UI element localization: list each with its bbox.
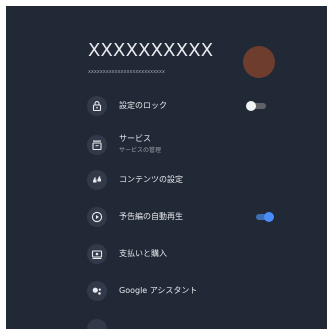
- menu-item-label: Google アシスタント: [119, 286, 198, 295]
- services-icon: [87, 135, 107, 155]
- payment-icon: [87, 244, 107, 264]
- play-circle-icon: [87, 207, 107, 227]
- account-email: xxxxxxxxxxxxxxxxxxxxxxxxxx: [88, 69, 165, 75]
- menu-item-trailer-autoplay[interactable]: 予告編の自動再生: [82, 202, 278, 232]
- menu-item-label: 予告編の自動再生: [119, 212, 183, 221]
- menu-item-payments[interactable]: 支払いと購入: [82, 239, 278, 269]
- trailer-autoplay-toggle[interactable]: [252, 212, 274, 222]
- avatar[interactable]: [243, 46, 275, 78]
- menu-item-label: コンテンツの設定: [119, 175, 183, 184]
- menu-item-partial[interactable]: [82, 314, 278, 329]
- google-assistant-icon: [87, 281, 107, 301]
- partial-icon: [87, 319, 107, 329]
- menu-item-services[interactable]: サービス サービスの管理: [82, 129, 278, 159]
- menu-item-settings-lock[interactable]: 設定のロック: [82, 91, 278, 121]
- content-settings-icon: [87, 170, 107, 190]
- account-menu-panel: XXXXXXXXXX xxxxxxxxxxxxxxxxxxxxxxxxxx 設定…: [6, 6, 327, 329]
- menu-item-label: 支払いと購入: [119, 249, 167, 258]
- menu-item-content-settings[interactable]: コンテンツの設定: [82, 165, 278, 195]
- toggle-knob: [264, 212, 274, 222]
- menu-item-sublabel: サービスの管理: [119, 147, 162, 154]
- settings-lock-toggle[interactable]: [246, 101, 268, 111]
- menu-item-google-assistant[interactable]: Google アシスタント: [82, 276, 278, 306]
- menu-item-label: 設定のロック: [119, 101, 167, 110]
- lock-icon: [87, 96, 107, 116]
- account-name: XXXXXXXXXX: [88, 40, 214, 61]
- menu-item-label: サービス: [119, 134, 151, 143]
- toggle-knob: [246, 101, 256, 111]
